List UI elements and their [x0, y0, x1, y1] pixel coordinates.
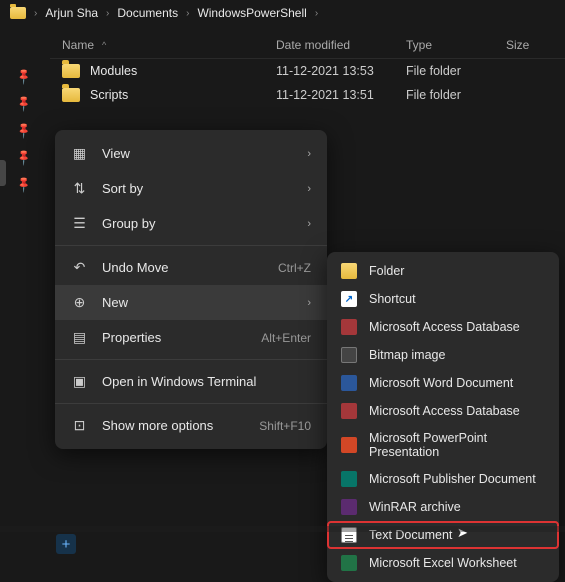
- rar-icon: [341, 499, 357, 515]
- terminal-icon: ▣: [71, 373, 88, 390]
- breadcrumb[interactable]: › Arjun Sha › Documents › WindowsPowerSh…: [0, 0, 565, 26]
- chevron-right-icon: ›: [186, 8, 189, 19]
- file-type: File folder: [406, 88, 506, 102]
- col-size[interactable]: Size: [506, 38, 559, 52]
- submenu-item[interactable]: Microsoft Excel Worksheet: [327, 549, 559, 577]
- new-submenu: Folder Shortcut Microsoft Access Database B…: [327, 252, 559, 582]
- col-date[interactable]: Date modified: [276, 38, 406, 52]
- separator: [55, 403, 327, 404]
- properties-icon: ▤: [71, 329, 88, 346]
- folder-icon: [62, 64, 80, 78]
- submenu-item[interactable]: Microsoft Access Database: [327, 313, 559, 341]
- pin-icon[interactable]: 📌: [15, 67, 34, 86]
- submenu-label: Microsoft Publisher Document: [369, 472, 536, 486]
- ctx-group-by[interactable]: ☰Group by›: [55, 206, 327, 241]
- submenu-label: Microsoft Access Database: [369, 404, 520, 418]
- submenu-label: Microsoft Word Document: [369, 376, 513, 390]
- chevron-right-icon: ›: [307, 183, 311, 195]
- submenu-item[interactable]: Microsoft Publisher Document: [327, 465, 559, 493]
- grid-icon: ▦: [71, 145, 88, 162]
- folder-icon: [10, 7, 26, 19]
- active-indicator: [0, 160, 6, 186]
- bmp-icon: [341, 347, 357, 363]
- submenu-label: Microsoft Access Database: [369, 320, 520, 334]
- submenu-item[interactable]: Folder: [327, 257, 559, 285]
- submenu-label: Bitmap image: [369, 348, 445, 362]
- pin-icon[interactable]: 📌: [15, 175, 34, 194]
- more-icon: ⊡: [71, 417, 88, 434]
- short-icon: [341, 291, 357, 307]
- acc-icon: [341, 319, 357, 335]
- col-name[interactable]: Name: [62, 38, 94, 52]
- sort-asc-icon: ^: [102, 40, 106, 50]
- folder-icon: [62, 88, 80, 102]
- chevron-right-icon: ›: [307, 297, 311, 309]
- submenu-label: Microsoft PowerPoint Presentation: [369, 431, 545, 459]
- chevron-right-icon: ›: [34, 8, 37, 19]
- group-icon: ☰: [71, 215, 88, 232]
- undo-icon: ↶: [71, 259, 88, 276]
- breadcrumb-item[interactable]: Documents: [117, 6, 178, 20]
- plus-circle-icon: ⊕: [71, 294, 88, 311]
- chevron-right-icon: ›: [307, 218, 311, 230]
- chevron-right-icon: ›: [315, 8, 318, 19]
- status-bar: [0, 526, 565, 532]
- acc-icon: [341, 403, 357, 419]
- file-name: Modules: [90, 64, 137, 78]
- separator: [55, 359, 327, 360]
- file-type: File folder: [406, 64, 506, 78]
- ctx-show-more[interactable]: ⊡Show more optionsShift+F10: [55, 408, 327, 443]
- fold-icon: [341, 263, 357, 279]
- ctx-properties[interactable]: ▤PropertiesAlt+Enter: [55, 320, 327, 355]
- submenu-item[interactable]: WinRAR archive: [327, 493, 559, 521]
- submenu-item[interactable]: Bitmap image: [327, 341, 559, 369]
- word-icon: [341, 375, 357, 391]
- submenu-label: Microsoft Excel Worksheet: [369, 556, 517, 570]
- table-row[interactable]: Modules 11-12-2021 13:53File folder: [50, 59, 565, 83]
- breadcrumb-item[interactable]: Arjun Sha: [45, 6, 98, 20]
- new-tab-button[interactable]: +: [56, 534, 76, 554]
- pin-icon[interactable]: 📌: [15, 94, 34, 113]
- quick-access-sidebar: 📌 📌 📌 📌 📌: [0, 30, 48, 550]
- ctx-sort-by[interactable]: ⇅Sort by›: [55, 171, 327, 206]
- sort-icon: ⇅: [71, 180, 88, 197]
- submenu-item[interactable]: Microsoft PowerPoint Presentation: [327, 425, 559, 465]
- submenu-item[interactable]: Shortcut: [327, 285, 559, 313]
- submenu-label: Folder: [369, 264, 404, 278]
- chevron-right-icon: ›: [307, 148, 311, 160]
- pub-icon: [341, 471, 357, 487]
- ctx-view[interactable]: ▦View›: [55, 136, 327, 171]
- pin-icon[interactable]: 📌: [15, 121, 34, 140]
- column-headers[interactable]: Name ^ Date modified Type Size: [50, 30, 565, 59]
- file-date: 11-12-2021 13:53: [276, 64, 406, 78]
- ctx-undo-move[interactable]: ↶Undo MoveCtrl+Z: [55, 250, 327, 285]
- file-list: Name ^ Date modified Type Size Modules 11-…: [50, 30, 565, 107]
- submenu-item[interactable]: Microsoft Access Database: [327, 397, 559, 425]
- submenu-label: WinRAR archive: [369, 500, 461, 514]
- chevron-right-icon: ›: [106, 8, 109, 19]
- separator: [55, 245, 327, 246]
- file-date: 11-12-2021 13:51: [276, 88, 406, 102]
- ctx-open-terminal[interactable]: ▣Open in Windows Terminal: [55, 364, 327, 399]
- pin-icon[interactable]: 📌: [15, 148, 34, 167]
- context-menu: ▦View› ⇅Sort by› ☰Group by› ↶Undo MoveCt…: [55, 130, 327, 449]
- ppt-icon: [341, 437, 357, 453]
- submenu-label: Shortcut: [369, 292, 416, 306]
- col-type[interactable]: Type: [406, 38, 506, 52]
- xls-icon: [341, 555, 357, 571]
- submenu-item[interactable]: Microsoft Word Document: [327, 369, 559, 397]
- ctx-new[interactable]: ⊕New›: [55, 285, 327, 320]
- table-row[interactable]: Scripts 11-12-2021 13:51File folder: [50, 83, 565, 107]
- file-name: Scripts: [90, 88, 128, 102]
- breadcrumb-item[interactable]: WindowsPowerShell: [197, 6, 306, 20]
